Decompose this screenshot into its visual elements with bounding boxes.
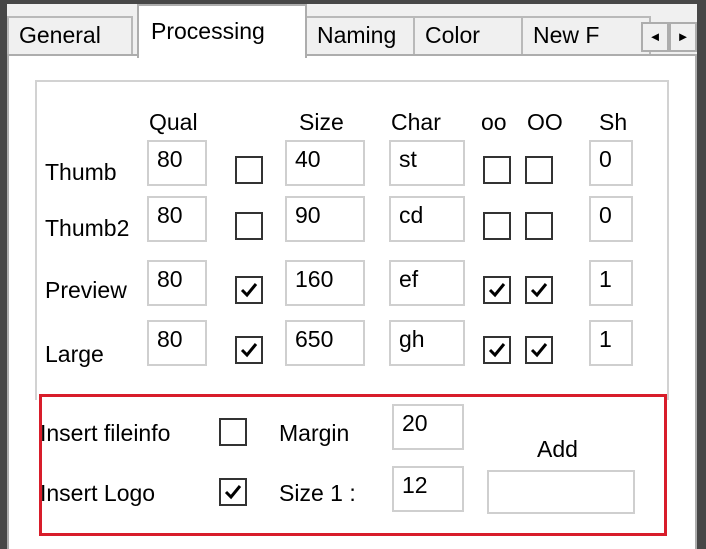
insert-fileinfo-checkbox[interactable] xyxy=(219,418,247,446)
size-input[interactable]: 40 xyxy=(285,140,365,186)
oo-checkbox[interactable] xyxy=(483,156,511,184)
quality-checkbox[interactable] xyxy=(235,336,263,364)
sh-input[interactable]: 0 xyxy=(589,196,633,242)
sh-input[interactable]: 0 xyxy=(589,140,633,186)
quality-checkbox[interactable] xyxy=(235,156,263,184)
row-label: Large xyxy=(45,341,104,367)
margin-input[interactable]: 20 xyxy=(392,404,464,450)
tab-scroll-left-button[interactable]: ◄ xyxy=(641,22,669,52)
highlight-box xyxy=(39,394,667,536)
insert-logo-checkbox[interactable] xyxy=(219,478,247,506)
quality-input[interactable]: 80 xyxy=(147,196,207,242)
sh-input[interactable]: 1 xyxy=(589,260,633,306)
checkmark-icon xyxy=(240,343,258,358)
tab-strip: General Processing Naming Color New F ◄ … xyxy=(7,4,697,58)
column-header-size: Size xyxy=(299,109,344,135)
margin-label: Margin xyxy=(279,420,350,446)
tab-scroll-right-button[interactable]: ► xyxy=(669,22,697,52)
OO-checkbox[interactable] xyxy=(525,212,553,240)
quality-checkbox[interactable] xyxy=(235,212,263,240)
tab-processing[interactable]: Processing xyxy=(137,4,307,58)
size-input[interactable]: 90 xyxy=(285,196,365,242)
tab-general[interactable]: General xyxy=(7,16,133,56)
tab-new[interactable]: New F xyxy=(521,16,651,56)
row-label: Thumb xyxy=(45,159,117,185)
size-input[interactable]: 650 xyxy=(285,320,365,366)
char-input[interactable]: gh xyxy=(389,320,465,366)
arrow-left-icon: ◄ xyxy=(648,29,662,44)
tab-color[interactable]: Color xyxy=(413,16,523,56)
char-input[interactable]: ef xyxy=(389,260,465,306)
checkmark-icon xyxy=(488,343,506,358)
add-label: Add xyxy=(537,436,578,462)
OO-checkbox[interactable] xyxy=(525,276,553,304)
quality-input[interactable]: 80 xyxy=(147,260,207,306)
OO-checkbox[interactable] xyxy=(525,336,553,364)
arrow-right-icon: ► xyxy=(676,29,690,44)
column-header-qual: Qual xyxy=(149,109,198,135)
row-label: Preview xyxy=(45,277,127,303)
char-input[interactable]: cd xyxy=(389,196,465,242)
column-header-char: Char xyxy=(391,109,441,135)
oo-checkbox[interactable] xyxy=(483,336,511,364)
quality-input[interactable]: 80 xyxy=(147,140,207,186)
OO-checkbox[interactable] xyxy=(525,156,553,184)
size-input[interactable]: 160 xyxy=(285,260,365,306)
char-input[interactable]: st xyxy=(389,140,465,186)
insert-fileinfo-label: Insert fileinfo xyxy=(40,420,171,446)
checkmark-icon xyxy=(530,343,548,358)
column-header-sh: Sh xyxy=(599,109,628,135)
quality-checkbox[interactable] xyxy=(235,276,263,304)
column-header-OO: OO xyxy=(527,109,563,135)
checkmark-icon xyxy=(530,283,548,298)
sh-input[interactable]: 1 xyxy=(589,320,633,366)
checkmark-icon xyxy=(224,485,242,500)
size-input[interactable]: 12 xyxy=(392,466,464,512)
checkmark-icon xyxy=(240,283,258,298)
add-input[interactable] xyxy=(487,470,635,514)
oo-checkbox[interactable] xyxy=(483,276,511,304)
size-label: Size 1 : xyxy=(279,480,356,506)
column-header-oo: oo xyxy=(481,109,507,135)
oo-checkbox[interactable] xyxy=(483,212,511,240)
checkmark-icon xyxy=(488,283,506,298)
tab-naming[interactable]: Naming xyxy=(305,16,415,56)
settings-window: General Processing Naming Color New F ◄ … xyxy=(7,4,697,549)
row-label: Thumb2 xyxy=(45,215,130,241)
quality-input[interactable]: 80 xyxy=(147,320,207,366)
insert-logo-label: Insert Logo xyxy=(40,480,156,506)
